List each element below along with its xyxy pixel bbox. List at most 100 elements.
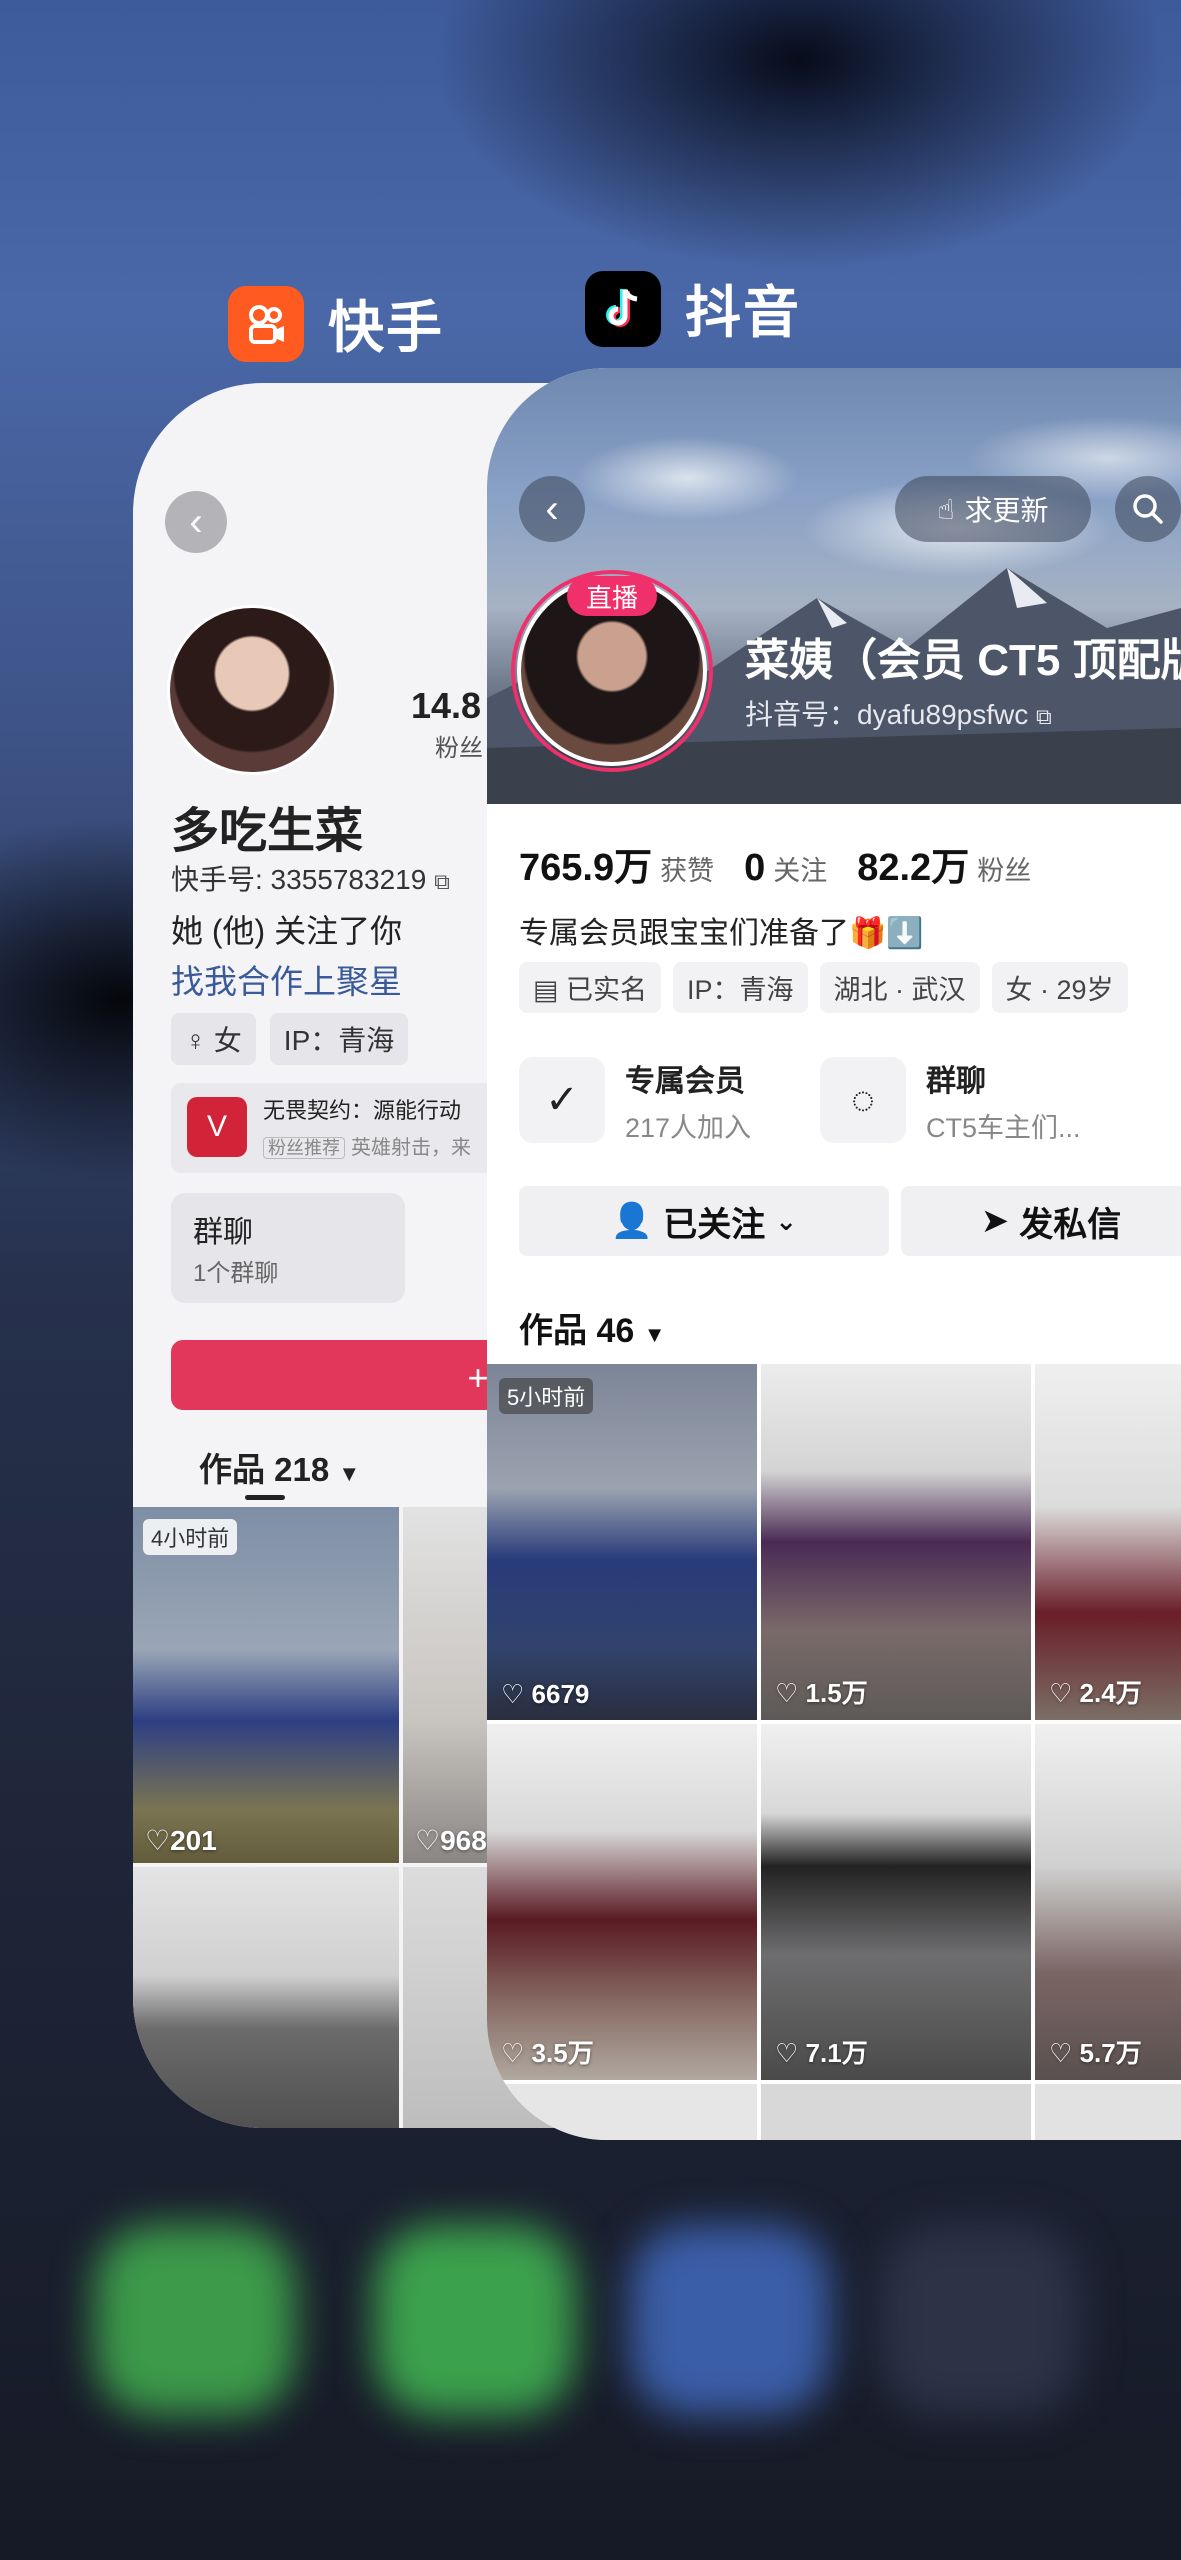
heart-icon: ♡ — [415, 1825, 441, 1856]
video-thumbnail[interactable]: ♡ 7.1万 — [761, 1724, 1031, 2080]
group-title: 群聊 — [926, 1064, 986, 1098]
like-count: ♡ 2.4万 — [1049, 1678, 1142, 1708]
follows-you-text: 她 (他) 关注了你 — [171, 913, 403, 949]
works-tab-label: 作品 46 — [519, 1312, 635, 1350]
vip-icon: ✓ — [519, 1057, 605, 1143]
request-update-button[interactable]: ☝ 求更新 — [895, 476, 1091, 542]
kuaishou-app-icon — [228, 285, 304, 362]
profile-id-text: 快手号: 3355783219 — [171, 864, 427, 895]
avatar[interactable] — [167, 605, 337, 775]
request-update-label: 求更新 — [964, 495, 1049, 526]
profile-id: 抖音号：dyafu89psfwc ⧉ — [745, 693, 1052, 733]
video-thumbnail[interactable]: 5小时前 ♡ 6679 — [487, 1364, 757, 1720]
copy-icon[interactable]: ⧉ — [434, 869, 450, 894]
video-thumbnail[interactable] — [487, 2084, 757, 2140]
video-thumbnail[interactable] — [133, 1867, 399, 2128]
time-badge: 5小时前 — [499, 1378, 594, 1414]
profile-bio: 专属会员跟宝宝们准备了🎁⬇️ — [519, 917, 924, 950]
likes-label: 获赞 — [660, 856, 715, 886]
group-subtitle: CT5车主们... — [926, 1112, 1081, 1143]
douyin-app-icon — [585, 270, 661, 347]
following-button[interactable]: 👤 已关注 ⌄ — [519, 1186, 889, 1256]
works-tab-label: 作品 218 — [199, 1451, 330, 1488]
gender-tag: ♀ 女 — [171, 1013, 256, 1065]
works-tab[interactable]: 作品 218 ▼ — [199, 1443, 360, 1491]
time-badge: 4小时前 — [143, 1519, 238, 1555]
promo-text: 英雄射击，来 — [351, 1137, 471, 1159]
like-count: ♡ 7.1万 — [775, 2038, 868, 2068]
chevron-left-icon: ‹ — [545, 486, 559, 531]
dock-app-messages[interactable] — [375, 2225, 575, 2415]
profile-tags: ▤ 已实名 IP：青海 湖北 · 武汉 女 · 29岁 — [519, 962, 1128, 1013]
profile-name: 多吃生菜 — [171, 805, 364, 858]
fans-count: 14.8 — [411, 685, 482, 726]
likes-count: 765.9万 — [519, 847, 653, 889]
douyin-app-card[interactable]: ‹ ☝ 求更新 直播 菜姨（会员 CT5 顶配版 抖音号：dyafu89psfw… — [487, 368, 1181, 2140]
profile-name: 菜姨（会员 CT5 顶配版 — [745, 636, 1181, 685]
copy-icon[interactable]: ⧉ — [1036, 704, 1052, 729]
heart-icon: ♡ — [1049, 2038, 1073, 2068]
pointing-hand-icon: ☝ — [937, 493, 955, 525]
search-icon — [1133, 494, 1163, 524]
group-chat-card[interactable]: 群聊 1个群聊 — [171, 1193, 405, 1303]
chevron-down-icon: ⌄ — [775, 1205, 798, 1236]
video-thumbnail[interactable]: ♡ 5.7万 — [1035, 1724, 1181, 2080]
kuaishou-app-name: 快手 — [328, 296, 444, 359]
heart-icon: ♡ — [501, 2038, 525, 2068]
back-button[interactable]: ‹ — [165, 491, 227, 553]
fans-label: 粉丝 — [435, 735, 483, 762]
verified-tag: ▤ 已实名 — [519, 962, 662, 1013]
dock-app-other[interactable] — [880, 2225, 1080, 2415]
message-button[interactable]: ➤ 发私信 — [901, 1186, 1181, 1256]
promo-subtitle: 粉丝推荐 英雄射击，来 — [263, 1131, 471, 1160]
caret-down-icon: ▼ — [643, 1322, 666, 1347]
group-subtitle: 1个群聊 — [193, 1260, 279, 1287]
video-thumbnail[interactable]: ♡ 3.5万 — [487, 1724, 757, 2080]
like-count: ♡201 — [145, 1825, 217, 1856]
profile-id: 快手号: 3355783219 ⧉ — [171, 858, 450, 898]
dock-app-browser[interactable] — [630, 2225, 830, 2415]
dock-app-phone[interactable] — [95, 2225, 295, 2415]
profile-tags: ♀ 女 IP：青海 — [171, 1013, 409, 1065]
caret-down-icon: ▼ — [338, 1461, 361, 1486]
ip-tag: IP：青海 — [269, 1013, 409, 1065]
camera-icon — [249, 304, 284, 344]
ip-tag: IP：青海 — [673, 962, 808, 1013]
works-tab[interactable]: 作品 46 ▼ — [519, 1303, 666, 1352]
send-icon: ➤ — [980, 1202, 1010, 1240]
video-thumbnail[interactable] — [1035, 2084, 1181, 2140]
heart-icon: ♡ — [775, 1678, 799, 1708]
live-badge[interactable]: 直播 — [567, 576, 657, 616]
gender-age-tag: 女 · 29岁 — [991, 962, 1128, 1013]
collab-link[interactable]: 找我合作上聚星 — [171, 955, 402, 1003]
kuaishou-app-label[interactable]: 快手 — [228, 283, 444, 364]
douyin-app-label[interactable]: 抖音 — [585, 268, 801, 349]
search-button[interactable] — [1115, 476, 1181, 542]
member-title: 专属会员 — [625, 1064, 745, 1098]
fans-label[interactable]: 粉丝 — [977, 849, 1031, 888]
video-thumbnail[interactable]: ♡ 1.5万 — [761, 1364, 1031, 1720]
back-button[interactable]: ‹ — [519, 476, 585, 542]
douyin-app-name: 抖音 — [685, 281, 801, 344]
following-count[interactable]: 0 — [744, 847, 765, 890]
promo-title: 无畏契约：源能行动 — [263, 1098, 462, 1123]
promo-badge: 粉丝推荐 — [263, 1137, 345, 1159]
music-note-icon — [606, 288, 638, 327]
heart-icon: ♡ — [775, 2038, 799, 2068]
following-button-label: 已关注 — [663, 1205, 766, 1244]
like-count: ♡ 3.5万 — [501, 2038, 594, 2068]
profile-stats: 765.9万 获赞 0 关注 82.2万 粉丝 — [519, 836, 1061, 891]
following-label[interactable]: 关注 — [773, 849, 827, 888]
profile-id-text: 抖音号：dyafu89psfwc — [745, 699, 1029, 730]
video-thumbnail[interactable]: 4小时前 ♡201 — [133, 1507, 399, 1863]
member-feature[interactable]: ✓ 专属会员 217人加入 — [519, 1052, 751, 1148]
location-tag: 湖北 · 武汉 — [819, 962, 980, 1013]
message-button-label: 发私信 — [1019, 1205, 1122, 1244]
chevron-left-icon: ‹ — [189, 499, 203, 544]
game-logo-icon: V — [187, 1097, 247, 1157]
fans-count[interactable]: 82.2万 — [857, 836, 969, 891]
video-thumbnail[interactable] — [761, 2084, 1031, 2140]
female-icon: ♀ — [185, 1025, 206, 1056]
video-thumbnail[interactable]: ♡ 2.4万 — [1035, 1364, 1181, 1720]
group-chat-feature[interactable]: ◌ 群聊 CT5车主们... — [820, 1052, 1081, 1148]
